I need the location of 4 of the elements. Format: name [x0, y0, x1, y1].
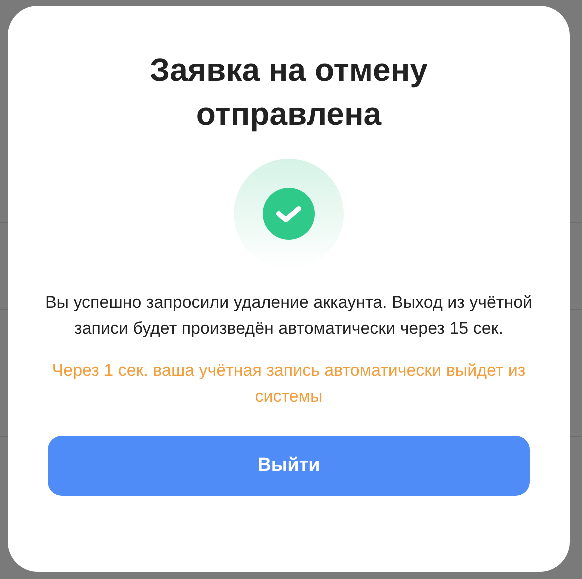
countdown-notice: Через 1 сек. ваша учётная запись автоматически выйдет из системы [51, 360, 527, 408]
dialog-message: Вы успешно запросили удаление аккаунта. Выход из учётной записи будет произведён автоматически через 15 сек. [44, 292, 534, 340]
dialog-title: Заявка на отмену отправлена [149, 51, 429, 134]
logout-button[interactable]: Выйти [48, 436, 530, 496]
